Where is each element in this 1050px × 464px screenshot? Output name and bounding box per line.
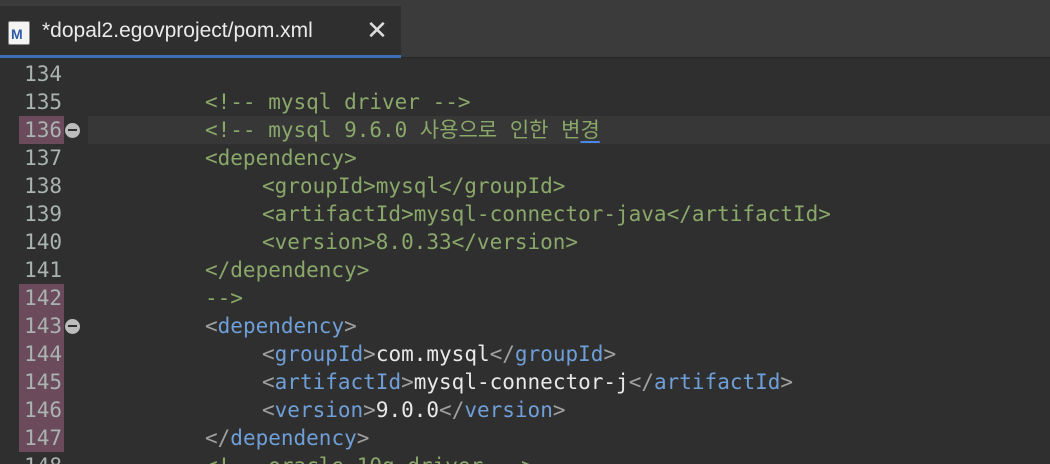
xml-tag-name: dependency [230,426,357,450]
xml-comment: <version>8.0.33</version> [262,230,579,254]
xml-comment: <!-- mysql 9.6.0 사용으로 인한 변경 [205,118,600,142]
code-line: 144 <groupId>com.mysql</groupId> [0,340,1050,368]
xml-comment: <groupId>mysql</groupId> [262,174,566,198]
line-number: 145 [24,370,62,394]
maven-pom-file-icon: M [8,21,30,45]
code-line: 135 <!-- mysql driver --> [0,88,1050,116]
xml-comment: --> [205,286,243,310]
spelling-marker: 경 [580,118,600,142]
xml-element: <groupId>com.mysql</groupId> [262,342,617,366]
line-number: 136 [24,118,62,142]
xml-element: <version>9.0.0</version> [262,398,566,422]
code-line: 142 --> [0,284,1050,312]
code-line: 143 <dependency> [0,312,1050,340]
line-number: 138 [24,174,62,198]
code-line: 147 </dependency> [0,424,1050,452]
line-number: 148 [0,452,62,464]
code-line-current: 136 <!-- mysql 9.6.0 사용으로 인한 변경 [0,116,1050,144]
code-line: 146 <version>9.0.0</version> [0,396,1050,424]
line-number: 143 [24,314,62,338]
xml-element: <dependency> [205,314,357,338]
xml-comment: <!-- mysql driver --> [205,90,471,114]
xml-comment: <!-- oracle 10g driver --> [205,452,534,464]
code-line: 140 <version>8.0.33</version> [0,228,1050,256]
line-number: 142 [24,286,62,310]
xml-value: 9.0.0 [375,398,440,422]
fold-toggle-icon[interactable] [65,319,80,334]
xml-value: mysql-connector-j [413,370,629,394]
line-number: 144 [24,342,62,366]
line-number: 140 [24,230,62,254]
xml-comment: <artifactId>mysql-connector-java</artifa… [262,202,831,226]
xml-element: <artifactId>mysql-connector-j</artifactI… [262,370,794,394]
tab-title[interactable]: *dopal2.egovproject/pom.xml [42,19,313,43]
line-number: 139 [24,202,62,226]
xml-element: </dependency> [205,426,370,450]
line-number: 141 [24,258,62,282]
code-line: 138 <groupId>mysql</groupId> [0,172,1050,200]
code-editor[interactable]: 134 135 <!-- mysql driver --> 136 <!-- m… [0,58,1050,464]
code-line: 145 <artifactId>mysql-connector-j</artif… [0,368,1050,396]
fold-toggle-icon[interactable] [65,123,80,138]
code-line: 137 <dependency> [0,144,1050,172]
code-line: 134 [0,60,1050,88]
code-line: 148 <!-- oracle 10g driver --> [0,452,1050,464]
line-number: 146 [24,398,62,422]
line-number: 135 [24,90,62,114]
tab-pom-xml[interactable]: M *dopal2.egovproject/pom.xml ✕ [0,6,401,58]
line-number: 134 [24,62,62,86]
xml-comment: </dependency> [205,258,370,282]
editor-tab-bar: M *dopal2.egovproject/pom.xml ✕ [0,0,1050,58]
line-number: 137 [24,146,62,170]
xml-comment: <dependency> [205,146,357,170]
code-line: 139 <artifactId>mysql-connector-java</ar… [0,200,1050,228]
xml-value: com.mysql [375,342,490,366]
close-tab-icon[interactable]: ✕ [364,16,390,46]
xml-tag-name: dependency [217,314,345,338]
code-line: 141 </dependency> [0,256,1050,284]
line-number: 147 [24,426,62,450]
